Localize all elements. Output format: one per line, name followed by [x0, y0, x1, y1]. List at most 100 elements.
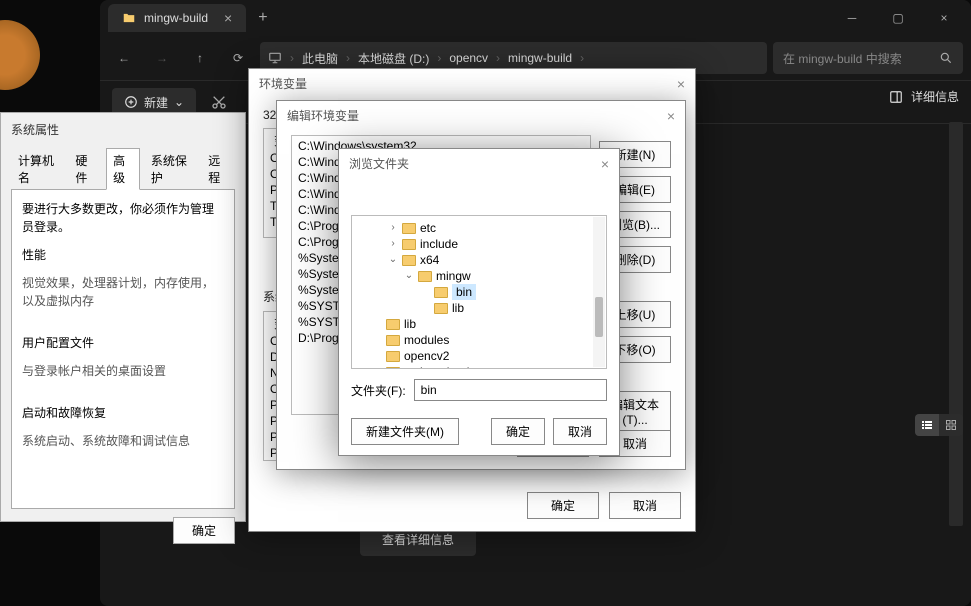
search-icon	[939, 51, 953, 65]
breadcrumb-item[interactable]: 此电脑	[302, 50, 338, 67]
tab-remote[interactable]: 远程	[201, 148, 235, 190]
tree-node-label: lib	[404, 316, 416, 332]
breadcrumb-separator: ›	[496, 51, 500, 65]
close-icon[interactable]: ×	[667, 108, 675, 124]
nav-back-button[interactable]: ←	[108, 42, 140, 74]
tree-node[interactable]: ⌄mingw	[352, 268, 606, 284]
details-label: 详细信息	[911, 88, 959, 105]
explorer-titlebar: mingw-build × + ─ ▢ ×	[100, 0, 971, 36]
tree-node-label: bin	[452, 284, 476, 300]
chevron-icon[interactable]: ›	[388, 220, 398, 236]
tree-node[interactable]: python_loader	[352, 364, 606, 369]
sysprops-ok-button[interactable]: 确定	[173, 517, 235, 544]
folder-icon	[122, 11, 136, 25]
chevron-icon[interactable]: ⌄	[404, 268, 414, 284]
breadcrumb-separator: ›	[437, 51, 441, 65]
view-grid-button[interactable]	[939, 414, 963, 436]
folder-icon	[402, 239, 416, 250]
new-button-label: 新建	[144, 94, 168, 111]
startup-title: 启动和故障恢复	[22, 404, 224, 422]
folder-icon	[418, 271, 432, 282]
tree-node-label: lib	[452, 300, 464, 316]
sysprops-body: 要进行大多数更改，你必须作为管理员登录。 性能 视觉效果，处理器计划，内存使用，…	[11, 189, 235, 509]
sysprops-title: 系统属性	[11, 121, 235, 138]
tree-scrollbar[interactable]	[593, 217, 605, 367]
chevron-icon[interactable]: ›	[388, 236, 398, 252]
browse-title: 浏览文件夹	[349, 155, 409, 172]
folder-icon	[386, 367, 400, 370]
folder-tree[interactable]: ›etc›include⌄x64⌄mingwbinliblibmodulesop…	[351, 215, 607, 369]
new-folder-button[interactable]: 新建文件夹(M)	[351, 418, 459, 445]
performance-desc: 视觉效果，处理器计划，内存使用，以及虚拟内存	[22, 274, 224, 310]
editenv-titlebar: 编辑环境变量 ×	[277, 101, 685, 130]
envvar-titlebar: 环境变量 ×	[249, 69, 695, 98]
folder-icon	[434, 287, 448, 298]
browse-titlebar: 浏览文件夹 ×	[339, 149, 619, 178]
chevron-icon[interactable]: ⌄	[388, 252, 398, 268]
minimize-button[interactable]: ─	[829, 2, 875, 34]
tab-advanced[interactable]: 高级	[106, 148, 140, 190]
userprofile-title: 用户配置文件	[22, 334, 224, 352]
breadcrumb-item[interactable]: mingw-build	[508, 51, 572, 65]
tree-node-label: include	[420, 236, 458, 252]
nav-forward-button[interactable]: →	[146, 42, 178, 74]
tree-node-label: x64	[420, 252, 439, 268]
tree-node-label: etc	[420, 220, 436, 236]
close-icon[interactable]: ×	[677, 76, 685, 92]
startup-desc: 系统启动、系统故障和调试信息	[22, 432, 224, 450]
performance-title: 性能	[22, 246, 224, 264]
breadcrumb-separator: ›	[580, 51, 584, 65]
envvar-title: 环境变量	[259, 75, 307, 92]
tab-hardware[interactable]: 硬件	[68, 148, 102, 190]
tree-node[interactable]: ⌄ x64	[352, 252, 606, 268]
editenv-title: 编辑环境变量	[287, 107, 359, 124]
info-panel-icon	[889, 90, 903, 104]
breadcrumb-separator: ›	[346, 51, 350, 65]
close-tab-icon[interactable]: ×	[224, 10, 232, 26]
admin-note: 要进行大多数更改，你必须作为管理员登录。	[22, 200, 224, 236]
close-window-button[interactable]: ×	[921, 2, 967, 34]
tree-node[interactable]: opencv2	[352, 348, 606, 364]
envvar-cancel-button[interactable]: 取消	[609, 492, 681, 519]
sysprops-tabs: 计算机名 硬件 高级 系统保护 远程	[11, 148, 235, 190]
browse-cancel-button[interactable]: 取消	[553, 418, 607, 445]
plus-circle-icon	[124, 95, 138, 109]
tree-node[interactable]: lib	[352, 300, 606, 316]
folder-icon	[386, 351, 400, 362]
tab-computer-name[interactable]: 计算机名	[11, 148, 64, 190]
tree-node[interactable]: modules	[352, 332, 606, 348]
folder-icon	[402, 255, 416, 266]
folder-input[interactable]	[414, 379, 607, 401]
new-tab-button[interactable]: +	[258, 9, 267, 27]
browse-folder-dialog: 浏览文件夹 × ›etc›include⌄x64⌄mingwbinliblibm…	[338, 148, 620, 456]
search-input[interactable]: 在 mingw-build 中搜索	[773, 42, 963, 74]
tree-node[interactable]: › include	[352, 236, 606, 252]
chevron-down-icon: ⌄	[174, 95, 184, 109]
tab-system-protection[interactable]: 系统保护	[144, 148, 197, 190]
view-list-button[interactable]	[915, 414, 939, 436]
envvar-ok-button[interactable]: 确定	[527, 492, 599, 519]
maximize-button[interactable]: ▢	[875, 2, 921, 34]
tree-node[interactable]: lib	[352, 316, 606, 332]
breadcrumb-item[interactable]: 本地磁盘 (D:)	[358, 50, 429, 67]
folder-label: 文件夹(F):	[351, 382, 406, 399]
browse-ok-button[interactable]: 确定	[491, 418, 545, 445]
system-properties-dialog: 系统属性 计算机名 硬件 高级 系统保护 远程 要进行大多数更改，你必须作为管理…	[0, 112, 246, 522]
tree-node-label: opencv2	[404, 348, 449, 364]
details-toggle[interactable]: 详细信息	[889, 88, 959, 105]
userprofile-desc: 与登录帐户相关的桌面设置	[22, 362, 224, 380]
background-circle	[0, 20, 40, 90]
folder-icon	[402, 223, 416, 234]
nav-up-button[interactable]: ↑	[184, 42, 216, 74]
tree-node[interactable]: › etc	[352, 220, 606, 236]
cut-icon[interactable]	[210, 93, 228, 111]
breadcrumb-item[interactable]: opencv	[449, 51, 488, 65]
close-icon[interactable]: ×	[601, 156, 609, 172]
monitor-icon	[268, 51, 282, 65]
view-toggle	[915, 414, 963, 436]
tree-node[interactable]: bin	[352, 284, 606, 300]
scrollbar-thumb[interactable]	[595, 297, 603, 337]
breadcrumb-separator: ›	[290, 51, 294, 65]
explorer-tab[interactable]: mingw-build ×	[108, 4, 246, 32]
search-placeholder: 在 mingw-build 中搜索	[783, 50, 902, 67]
